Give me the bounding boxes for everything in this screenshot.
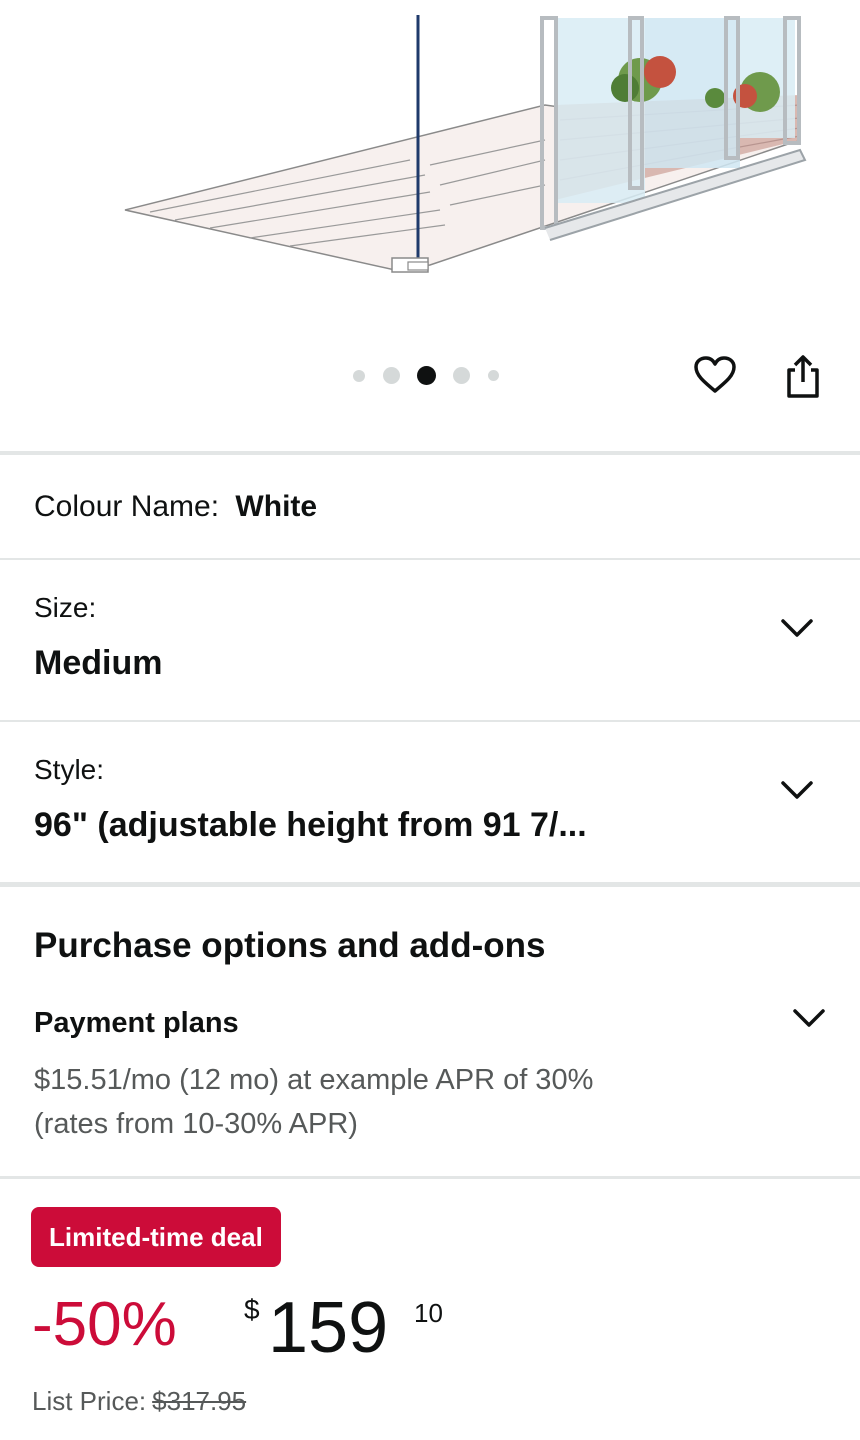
payment-plans-description: $15.51/mo (12 mo) at example APR of 30% … (34, 1064, 594, 1140)
product-illustration (124, 15, 807, 273)
section-divider (0, 882, 860, 887)
size-selector[interactable]: Size: Medium (0, 560, 860, 720)
price-fraction: 10 (414, 1298, 443, 1328)
section-divider (0, 451, 860, 455)
section-divider (0, 1176, 860, 1179)
wishlist-button[interactable] (690, 350, 740, 400)
payment-plans-title: Payment plans (34, 1007, 239, 1039)
size-value: Medium (34, 644, 163, 682)
price-whole: 159 (268, 1288, 389, 1368)
list-price-value: $317.95 (152, 1386, 247, 1416)
style-selector[interactable]: Style: 96" (adjustable height from 91 7/… (0, 722, 860, 882)
carousel-dot[interactable] (353, 369, 365, 382)
deal-badge: Limited-time deal (31, 1207, 281, 1267)
purchase-options-title: Purchase options and add-ons (34, 926, 546, 965)
list-price: List Price: $317.95 (32, 1386, 246, 1417)
discount-percent: -50% (32, 1290, 177, 1359)
colour-row: Colour Name: White (0, 490, 860, 530)
chevron-down-icon (781, 619, 813, 637)
share-icon (787, 355, 819, 398)
style-label: Style: (34, 754, 105, 785)
share-button[interactable] (778, 352, 828, 402)
heart-icon (694, 356, 736, 393)
carousel-dot[interactable] (488, 370, 499, 381)
colour-value: White (235, 490, 318, 523)
product-image[interactable] (0, 0, 860, 330)
image-carousel-dots[interactable] (353, 366, 499, 385)
chevron-down-icon (793, 1009, 825, 1027)
chevron-down-icon (781, 781, 813, 799)
colour-label: Colour Name: (34, 490, 220, 523)
carousel-dot[interactable] (453, 367, 470, 384)
carousel-dot-active[interactable] (417, 366, 436, 385)
carousel-dot[interactable] (383, 367, 400, 384)
size-label: Size: (34, 592, 97, 623)
currency-symbol: $ (244, 1294, 260, 1325)
style-value: 96" (adjustable height from 91 7/... (34, 806, 587, 844)
list-price-label: List Price: (32, 1386, 147, 1416)
